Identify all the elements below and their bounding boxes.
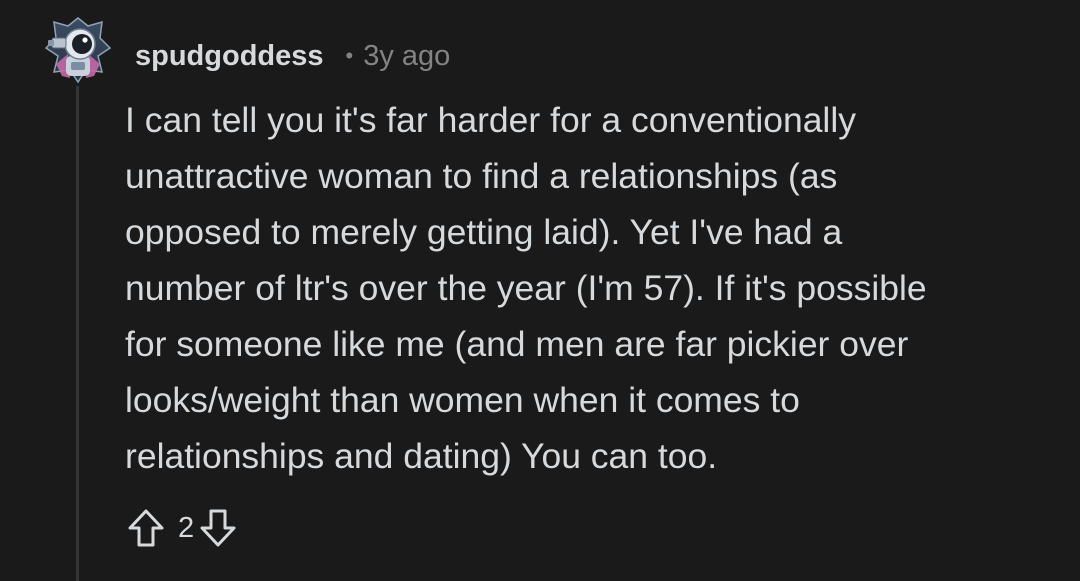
arrow-up-icon — [128, 509, 164, 547]
upvote-button[interactable] — [126, 506, 166, 550]
comment-body-line: looks/weight than women when it comes to — [125, 380, 800, 420]
thread-line[interactable] — [76, 86, 79, 581]
comment-body-line: for someone like me (and men are far pic… — [125, 324, 909, 364]
comment-body-line: number of ltr's over the year (I'm 57). … — [125, 268, 927, 308]
arrow-down-icon — [200, 509, 236, 547]
comment-body-line: unattractive woman to find a relationshi… — [125, 156, 838, 196]
comment-header: spudgoddess • 3y ago — [135, 36, 450, 76]
downvote-button[interactable] — [198, 506, 238, 550]
comment-body-line: I can tell you it's far harder for a con… — [125, 100, 856, 140]
comment-timestamp[interactable]: 3y ago — [363, 40, 450, 73]
comment-body: I can tell you it's far harder for a con… — [125, 92, 1060, 484]
meta-separator: • — [345, 43, 354, 68]
comment-body-line: relationships and dating) You can too. — [125, 436, 718, 476]
vote-score: 2 — [178, 511, 195, 544]
author-username[interactable]: spudgoddess — [135, 40, 324, 73]
vote-controls: 2 — [126, 506, 238, 550]
astronaut-avatar-icon — [44, 17, 112, 84]
comment-body-line: opposed to merely getting laid). Yet I'v… — [125, 212, 843, 252]
user-avatar[interactable] — [44, 16, 112, 88]
